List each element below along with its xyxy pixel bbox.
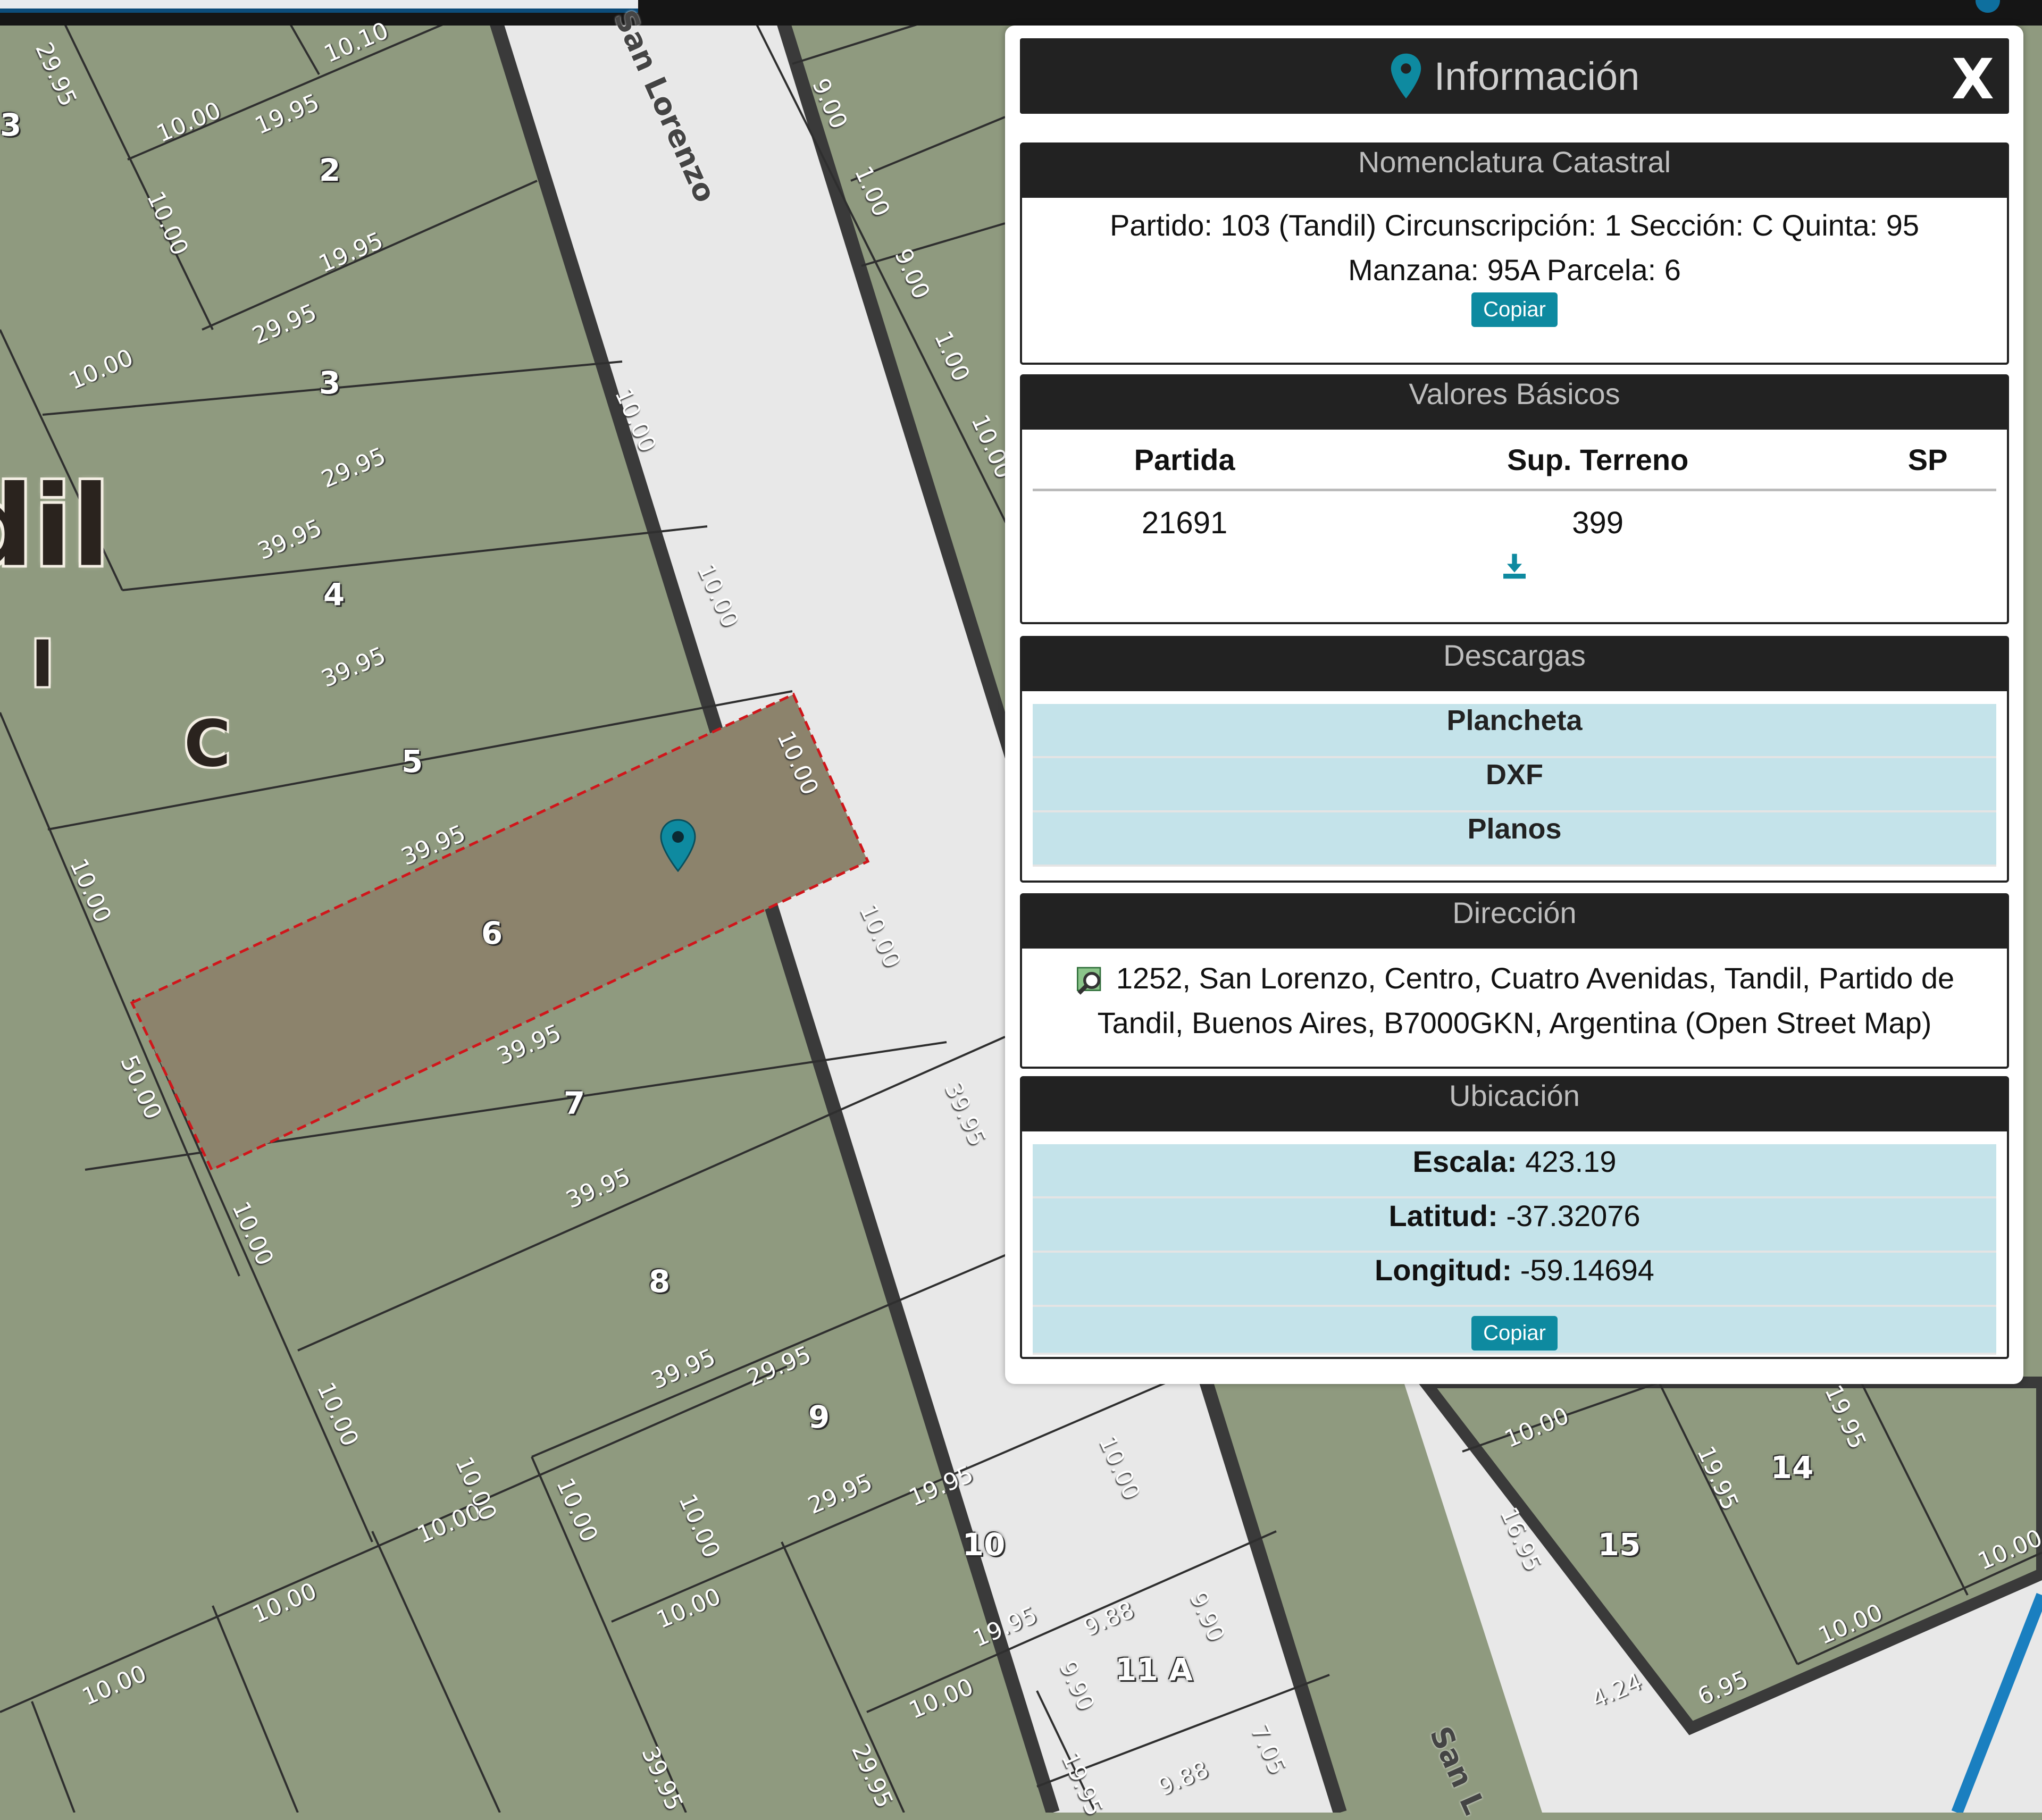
location-pin-icon [1391,53,1421,99]
escala-row: Escala: 423.19 [1033,1144,1996,1198]
section-title: Dirección [1022,895,2007,949]
section-ubicacion: Ubicación Escala: 423.19 Latitud: -37.32… [1020,1076,2009,1359]
search-field[interactable] [0,0,638,13]
col-header-sup-terreno: Sup. Terreno [1336,430,1860,491]
map-search-icon[interactable] [1075,963,1109,997]
download-plancheta-link[interactable]: Plancheta [1033,704,1996,758]
section-title: Ubicación [1022,1078,2007,1131]
section-descargas: Descargas Plancheta DXF Planos [1020,636,2009,883]
section-label-c: C [183,707,231,782]
section-title: Descargas [1022,638,2007,691]
copy-ubicacion-button[interactable]: Copiar [1471,1316,1558,1351]
lot-label-3-cut: 3 [0,107,22,143]
lot-label-2: 2 [319,152,341,188]
col-header-partida: Partida [1033,430,1337,491]
location-pin-icon[interactable] [659,819,697,872]
lot-label-7: 7 [563,1085,585,1121]
panel-title: Información [1434,54,1640,98]
lot-label-15: 15 [1597,1527,1641,1563]
valores-table: Partida Sup. Terreno SP 21691 399 [1033,430,1996,546]
download-dxf-link[interactable]: DXF [1033,758,1996,812]
section-nomenclatura: Nomenclatura Catastral Partido: 103 (Tan… [1020,142,2009,365]
section-label-i: I [30,627,55,702]
copy-row: Copiar [1033,1307,1996,1355]
locality-label: dil [0,461,111,592]
lot-label-9: 9 [808,1399,830,1435]
escala-value: 423.19 [1525,1145,1617,1178]
latitud-value: -37.32076 [1506,1199,1641,1232]
address-text: 1252, San Lorenzo, Centro, Cuatro Avenid… [1097,961,1955,1039]
longitud-value: -59.14694 [1520,1253,1654,1287]
close-button[interactable]: X [1952,47,1994,112]
cell-sp [1859,490,1996,547]
lot-label-4: 4 [323,576,345,613]
section-valores-basicos: Valores Básicos Partida Sup. Terreno SP … [1020,374,2009,624]
panel-header: Información X [1020,38,2009,114]
escala-label: Escala: [1412,1145,1517,1178]
lot-label-10: 10 [962,1527,1006,1563]
col-header-sp: SP [1859,430,1996,491]
section-title: Nomenclatura Catastral [1022,145,2007,198]
copy-nomenclatura-button[interactable]: Copiar [1471,292,1558,327]
section-direccion: Dirección 1252, San Lorenzo, Centro, Cua… [1020,893,2009,1069]
section-title: Valores Básicos [1022,376,2007,430]
lot-label-6: 6 [481,915,503,951]
longitud-label: Longitud: [1375,1253,1512,1287]
latitud-row: Latitud: -37.32076 [1033,1198,1996,1253]
nomenclatura-line-1: Partido: 103 (Tandil) Circunscripción: 1… [1109,208,1920,242]
lot-label-11a: 11 A [1115,1651,1193,1688]
download-icon[interactable] [1500,551,1529,581]
longitud-row: Longitud: -59.14694 [1033,1253,1996,1307]
cell-partida: 21691 [1141,506,1228,540]
latitud-label: Latitud: [1388,1199,1498,1232]
lot-label-14: 14 [1770,1449,1814,1486]
lot-label-5: 5 [401,743,423,779]
info-panel: Información X Nomenclatura Catastral Par… [1005,26,2023,1384]
download-planos-link[interactable]: Planos [1033,812,1996,867]
nomenclatura-line-2: Manzana: 95A Parcela: 6 [1348,253,1681,287]
top-right-icon[interactable] [1976,0,2000,13]
lot-label-3: 3 [319,365,341,401]
top-bar [0,0,2042,26]
table-row: 21691 399 [1033,490,1996,547]
lot-label-8: 8 [648,1263,671,1299]
cell-sup-terreno: 399 [1572,506,1624,540]
